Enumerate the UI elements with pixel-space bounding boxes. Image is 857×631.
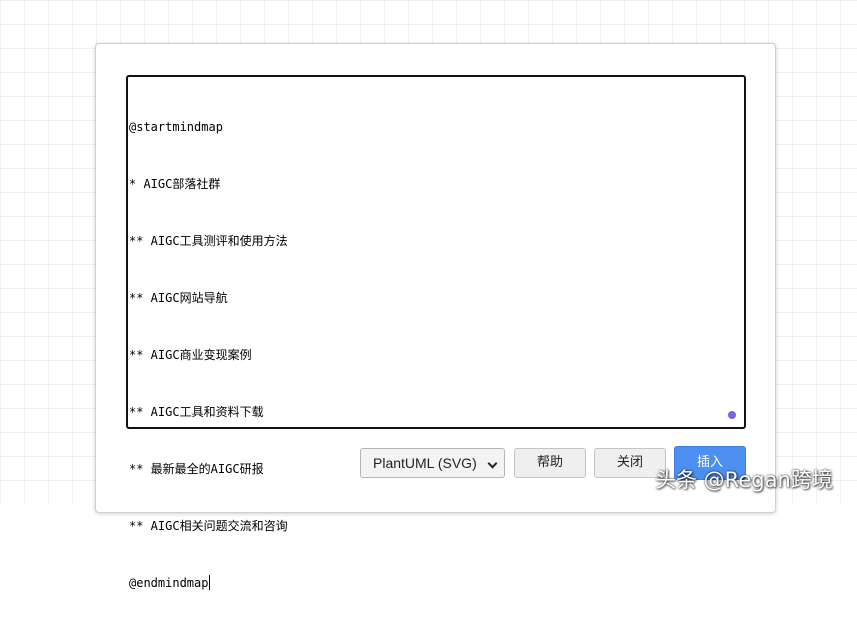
text-cursor (209, 575, 211, 590)
editor-status-dot (728, 411, 736, 419)
chevron-down-icon (487, 458, 498, 469)
code-line: @startmindmap (129, 120, 223, 134)
plantuml-dialog: @startmindmap * AIGC部落社群 ** AIGC工具测评和使用方… (95, 43, 776, 590)
code-line: ** AIGC相关问题交流和咨询 (129, 519, 288, 533)
code-line: * AIGC部落社群 (129, 177, 221, 191)
format-select-label: PlantUML (SVG) (373, 455, 477, 471)
editor-frame: @startmindmap * AIGC部落社群 ** AIGC工具测评和使用方… (126, 75, 746, 590)
help-button[interactable]: 帮助 (514, 448, 586, 478)
code-line: ** AIGC工具测评和使用方法 (129, 234, 288, 248)
plantuml-code-editor[interactable]: @startmindmap * AIGC部落社群 ** AIGC工具测评和使用方… (128, 77, 744, 590)
code-line: ** AIGC商业变现案例 (129, 348, 252, 362)
format-select[interactable]: PlantUML (SVG) (360, 448, 505, 478)
code-line-last: @endmindmap (129, 574, 744, 593)
code-line: ** AIGC工具和资料下载 (129, 405, 264, 419)
code-line: @endmindmap (129, 576, 209, 590)
watermark: 头条 @Regan跨境 (655, 468, 833, 492)
code-line: ** AIGC网站导航 (129, 291, 228, 305)
